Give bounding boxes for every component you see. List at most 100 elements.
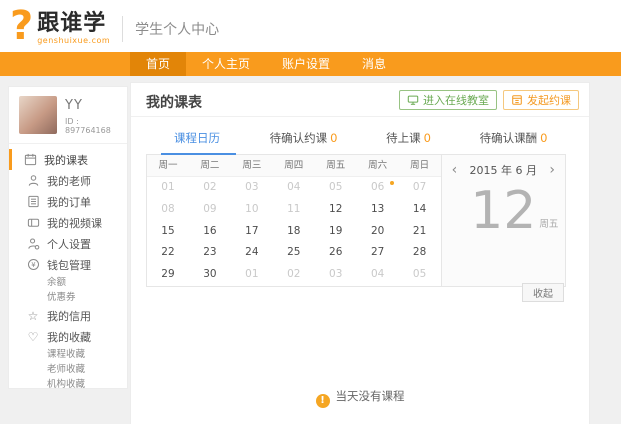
booking-icon — [511, 94, 523, 106]
weekday-label: 周三 — [231, 155, 273, 176]
sidebar-subitem-balance[interactable]: 余额 — [9, 275, 127, 290]
calendar-grid: 0102030405060708091011121314151617181920… — [147, 177, 441, 286]
tab-count: 0 — [330, 131, 337, 145]
sidebar-subitem-teacher-favorites[interactable]: 老师收藏 — [9, 362, 127, 377]
calendar-day[interactable]: 03 — [231, 177, 273, 199]
collapse-button[interactable]: 收起 — [522, 283, 564, 302]
nav-item-home[interactable]: 首页 — [130, 52, 186, 76]
avatar[interactable] — [19, 96, 57, 134]
calendar-day[interactable]: 21 — [399, 221, 441, 243]
main-navbar: 首页 个人主页 账户设置 消息 — [0, 52, 621, 76]
calendar-day[interactable]: 04 — [357, 264, 399, 286]
nav-item-account-settings[interactable]: 账户设置 — [266, 52, 346, 76]
calendar-day[interactable]: 05 — [315, 177, 357, 199]
main-panel: 我的课表 进入在线教室 发起约课 课程日历 待确认约课0 待上课0 — [130, 82, 590, 424]
calendar-day[interactable]: 01 — [231, 264, 273, 286]
calendar-day[interactable]: 12 — [315, 199, 357, 221]
logo-divider — [122, 16, 123, 42]
calendar-day[interactable]: 15 — [147, 221, 189, 243]
calendar-day[interactable]: 22 — [147, 242, 189, 264]
star-icon: ☆ — [26, 309, 40, 323]
sidebar-item-my-credit[interactable]: ☆ 我的信用 — [9, 305, 127, 326]
sidebar-subitem-institution-favorites[interactable]: 机构收藏 — [9, 377, 127, 392]
sidebar-item-label: 我的老师 — [47, 173, 91, 189]
sidebar-item-label: 我的课表 — [44, 152, 88, 168]
calendar-day[interactable]: 20 — [357, 221, 399, 243]
calendar-day[interactable]: 07 — [399, 177, 441, 199]
calendar-day[interactable]: 24 — [231, 242, 273, 264]
event-dot-icon — [390, 181, 394, 185]
tab-pending-confirmation-bookings[interactable]: 待确认约课0 — [251, 130, 356, 154]
calendar-day[interactable]: 17 — [231, 221, 273, 243]
sidebar-item-my-favorites[interactable]: ♡ 我的收藏 — [9, 326, 127, 347]
calendar-day[interactable]: 04 — [273, 177, 315, 199]
sidebar-item-personal-settings[interactable]: 个人设置 — [9, 233, 127, 254]
calendar-day[interactable]: 05 — [399, 264, 441, 286]
initiate-booking-button[interactable]: 发起约课 — [503, 90, 579, 110]
tab-upcoming-classes[interactable]: 待上课0 — [356, 130, 461, 154]
calendar-day[interactable]: 01 — [147, 177, 189, 199]
course-calendar: 周一周二周三周四周五周六周日 0102030405060708091011121… — [146, 155, 566, 287]
video-icon — [26, 216, 40, 230]
next-month-icon[interactable]: › — [549, 163, 555, 177]
previous-month-icon[interactable]: ‹ — [452, 163, 458, 177]
schedule-tabs: 课程日历 待确认约课0 待上课0 待确认课酬0 — [146, 130, 566, 155]
calendar-day[interactable]: 18 — [273, 221, 315, 243]
weekday-label: 周六 — [357, 155, 399, 176]
calendar-day[interactable]: 08 — [147, 199, 189, 221]
logo-text: 跟谁学 — [37, 12, 110, 36]
sidebar-item-wallet-management[interactable]: ¥ 钱包管理 — [9, 254, 127, 275]
calendar-day[interactable]: 29 — [147, 264, 189, 286]
person-settings-icon — [26, 237, 40, 251]
sidebar-item-label: 我的收藏 — [47, 329, 91, 345]
calendar-day[interactable]: 19 — [315, 221, 357, 243]
sidebar-item-label: 钱包管理 — [47, 257, 91, 273]
nav-item-profile[interactable]: 个人主页 — [186, 52, 266, 76]
calendar-day[interactable]: 27 — [357, 242, 399, 264]
calendar-day[interactable]: 30 — [189, 264, 231, 286]
sidebar-subitem-coupons[interactable]: 优惠券 — [9, 290, 127, 305]
selected-day-number: 12 — [470, 181, 536, 241]
weekday-label: 周四 — [273, 155, 315, 176]
calendar-day[interactable]: 09 — [189, 199, 231, 221]
sidebar-item-my-video-courses[interactable]: 我的视频课 — [9, 212, 127, 233]
calendar-day[interactable]: 23 — [189, 242, 231, 264]
monitor-icon — [407, 94, 419, 106]
student-personal-center-page: ? 跟谁学 genshuixue.com 学生个人中心 首页 个人主页 账户设置… — [0, 0, 621, 424]
sidebar-item-my-orders[interactable]: 我的订单 — [9, 191, 127, 212]
calendar-day[interactable]: 10 — [231, 199, 273, 221]
calendar-weekdays: 周一周二周三周四周五周六周日 — [147, 155, 441, 177]
alert-icon: ! — [316, 394, 330, 408]
calendar-day[interactable]: 28 — [399, 242, 441, 264]
sidebar-menu: 我的课表 我的老师 我的订单 我的视频课 — [9, 144, 127, 392]
tab-pending-payment-confirmation[interactable]: 待确认课酬0 — [461, 130, 566, 154]
calendar-day[interactable]: 26 — [315, 242, 357, 264]
calendar-day[interactable]: 02 — [189, 177, 231, 199]
calendar-day[interactable]: 02 — [273, 264, 315, 286]
person-icon — [26, 174, 40, 188]
enter-online-classroom-button[interactable]: 进入在线教室 — [399, 90, 497, 110]
calendar-day[interactable]: 03 — [315, 264, 357, 286]
empty-state-text: 当天没有课程 — [336, 389, 405, 403]
nav-item-messages[interactable]: 消息 — [346, 52, 402, 76]
calendar-day[interactable]: 16 — [189, 221, 231, 243]
nav-items: 首页 个人主页 账户设置 消息 — [130, 52, 402, 76]
logo-domain: genshuixue.com — [37, 36, 110, 45]
sidebar-item-my-schedule[interactable]: 我的课表 — [9, 149, 127, 170]
calendar-day[interactable]: 06 — [357, 177, 399, 199]
empty-state: ! 当天没有课程 — [131, 388, 589, 408]
sidebar-item-my-teachers[interactable]: 我的老师 — [9, 170, 127, 191]
tab-count: 0 — [424, 131, 431, 145]
calendar-grid-area: 周一周二周三周四周五周六周日 0102030405060708091011121… — [147, 155, 441, 286]
calendar-day[interactable]: 14 — [399, 199, 441, 221]
weekday-label: 周日 — [399, 155, 441, 176]
site-logo[interactable]: ? 跟谁学 genshuixue.com 学生个人中心 — [10, 3, 219, 49]
tab-course-calendar[interactable]: 课程日历 — [146, 130, 251, 154]
question-mark-logo-icon: ? — [10, 3, 33, 49]
calendar-day[interactable]: 11 — [273, 199, 315, 221]
calendar-day[interactable]: 25 — [273, 242, 315, 264]
sidebar-subitem-course-favorites[interactable]: 课程收藏 — [9, 347, 127, 362]
wallet-icon: ¥ — [26, 258, 40, 272]
main-header: 我的课表 进入在线教室 发起约课 — [131, 83, 589, 117]
calendar-day[interactable]: 13 — [357, 199, 399, 221]
